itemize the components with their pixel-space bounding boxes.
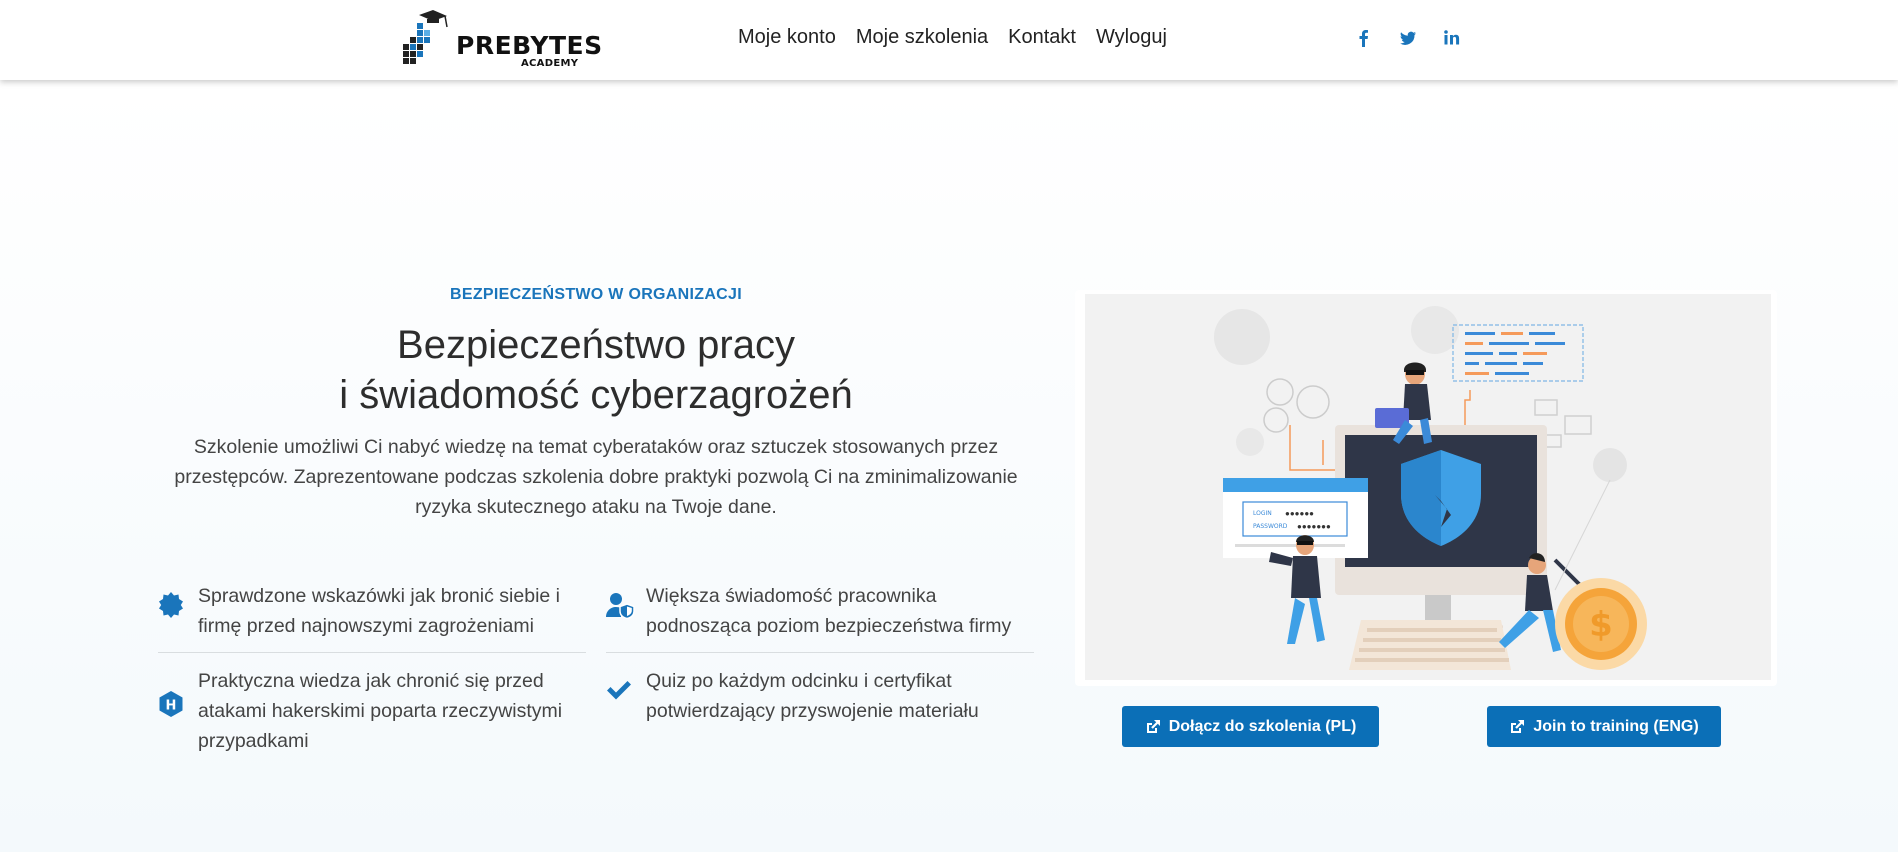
user-shield-icon	[605, 591, 635, 620]
divider	[158, 652, 586, 653]
logo-text: PREBYTES	[456, 31, 603, 60]
external-link-icon	[1146, 719, 1160, 733]
site-header: PREBYTES ACADEMY Moje konto Moje szkolen…	[0, 0, 1898, 80]
main-nav: Moje konto Moje szkolenia Kontakt Wylogu…	[738, 26, 1167, 49]
badge-icon	[157, 591, 185, 619]
feature-text: Praktyczna wiedza jak chronić się przed …	[198, 670, 563, 752]
twitter-icon[interactable]	[1399, 28, 1417, 48]
social-links	[1355, 28, 1461, 48]
feature-text: Quiz po każdym odcinku i certyfikat potw…	[646, 670, 979, 722]
feature-text: Sprawdzone wskazówki jak bronić siebie i…	[198, 585, 560, 637]
checkmark-icon	[605, 676, 633, 704]
svg-text:$: $	[1589, 605, 1613, 645]
nav-my-account[interactable]: Moje konto	[738, 26, 836, 49]
feature-item: Sprawdzone wskazówki jak bronić siebie i…	[157, 581, 577, 641]
join-eng-label: Join to training (ENG)	[1533, 717, 1699, 735]
nav-my-trainings[interactable]: Moje szkolenia	[856, 26, 988, 49]
feature-item: Quiz po każdym odcinku i certyfikat potw…	[605, 666, 1025, 726]
page-title: Bezpieczeństwo pracy i świadomość cyberz…	[150, 320, 1042, 420]
svg-text:●●●●●●: ●●●●●●	[1285, 509, 1314, 518]
feature-item: Większa świadomość pracownika podnosząca…	[605, 581, 1025, 641]
divider	[606, 652, 1034, 653]
hacker-hex-icon: H	[157, 690, 185, 718]
feature-text: Większa świadomość pracownika podnosząca…	[646, 585, 1012, 637]
logo-mark-icon	[403, 10, 448, 64]
lead-paragraph: Szkolenie umożliwi Ci nabyć wiedzę na te…	[174, 436, 1018, 518]
facebook-icon[interactable]	[1355, 28, 1373, 48]
join-pl-label: Dołącz do szkolenia (PL)	[1168, 717, 1357, 735]
svg-text:●●●●●●●: ●●●●●●●	[1297, 522, 1331, 531]
logo-subtext: ACADEMY	[521, 58, 579, 69]
title-line-2: i świadomość cyberzagrożeń	[339, 373, 853, 417]
logo[interactable]: PREBYTES ACADEMY	[403, 9, 602, 71]
join-training-eng-button[interactable]: Join to training (ENG)	[1487, 706, 1721, 747]
password-label: PASSWORD	[1253, 523, 1288, 530]
join-training-pl-button[interactable]: Dołącz do szkolenia (PL)	[1122, 706, 1379, 747]
login-label: LOGIN	[1253, 510, 1272, 517]
section-eyebrow: BEZPIECZEŃSTWO W ORGANIZACJI	[450, 286, 742, 303]
external-link-icon	[1511, 719, 1525, 733]
nav-contact[interactable]: Kontakt	[1008, 26, 1076, 49]
nav-logout[interactable]: Wyloguj	[1096, 26, 1167, 49]
linkedin-icon[interactable]	[1443, 28, 1461, 48]
title-line-1: Bezpieczeństwo pracy	[397, 323, 795, 367]
illustration-image: LOGIN PASSWORD ●●●●●● ●●●●●●● $	[1085, 294, 1771, 680]
svg-text:H: H	[166, 699, 177, 714]
cybersecurity-illustration: LOGIN PASSWORD ●●●●●● ●●●●●●● $	[1075, 290, 1777, 686]
feature-item: H Praktyczna wiedza jak chronić się prze…	[157, 666, 577, 756]
